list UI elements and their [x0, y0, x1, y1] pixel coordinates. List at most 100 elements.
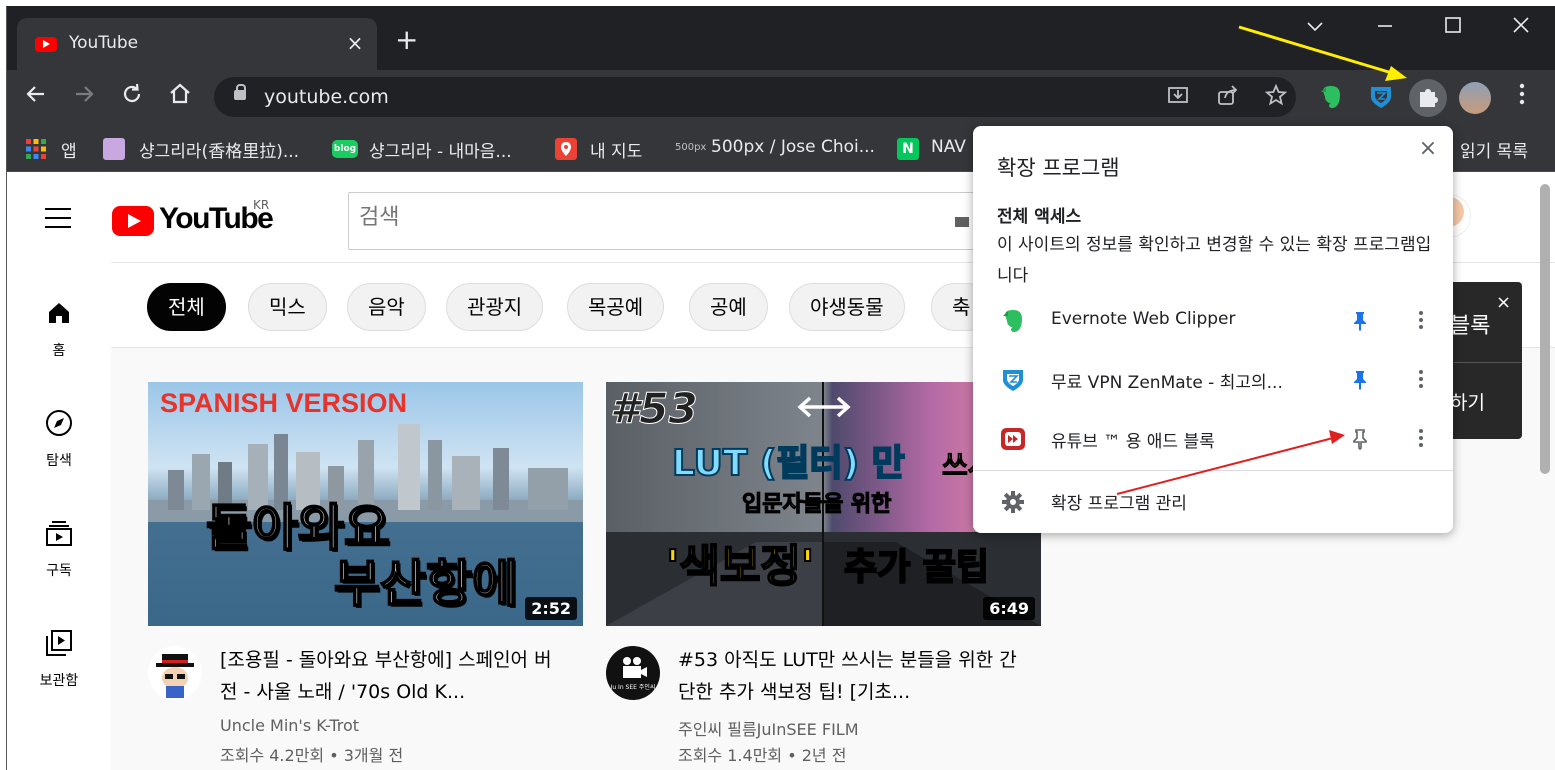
extension-row-adblock[interactable]: 유튜브 ™ 용 애드 블록	[973, 410, 1453, 468]
bookmark-500px[interactable]: 500px / Jose Choi...	[711, 137, 875, 157]
profile-avatar[interactable]	[1459, 82, 1491, 114]
adblock-youtube-icon	[1001, 428, 1025, 450]
tab-search-chevron-icon[interactable]	[1295, 14, 1335, 38]
maps-pin-icon[interactable]	[555, 138, 577, 160]
chip-all[interactable]: 전체	[147, 283, 226, 331]
video-thumbnail[interactable]: SPANISH VERSION 돌아와요 부산항에 2:52	[148, 382, 583, 626]
more-options-icon[interactable]	[1411, 426, 1431, 452]
video-meta: 조회수 4.2만회 • 3개월 전	[220, 746, 404, 765]
page-scrollbar[interactable]	[1540, 184, 1550, 474]
minimize-button[interactable]	[1365, 14, 1405, 39]
thumb-episode-number: #53	[610, 384, 699, 434]
thumb-text-line2: 입문자들을 위한	[741, 492, 892, 518]
install-app-icon[interactable]	[1164, 84, 1192, 111]
extension-name: 유튜브 ™ 용 애드 블록	[1051, 432, 1215, 452]
evernote-extension-icon[interactable]	[1317, 83, 1345, 111]
left-right-arrow-icon	[797, 396, 851, 418]
maximize-button[interactable]	[1433, 14, 1473, 39]
back-button[interactable]	[21, 82, 51, 112]
chip-woodcraft[interactable]: 목공예	[567, 283, 665, 331]
nav-item-home[interactable]: 홈	[7, 298, 111, 360]
reading-list[interactable]: 읽기 목록	[1460, 137, 1528, 162]
close-window-button[interactable]	[1501, 14, 1541, 39]
nav-item-explore[interactable]: 탐색	[7, 408, 111, 470]
pin-filled-icon[interactable]	[1349, 369, 1371, 391]
hamburger-menu-icon[interactable]	[45, 208, 71, 235]
toast-action[interactable]: 하기	[1450, 388, 1485, 415]
left-nav: 홈 탐색 구독 보관함	[7, 262, 111, 770]
video-title[interactable]: [조용필 - 돌아와요 부산항에] 스페인어 버전 - 사울 노래 / '70s…	[220, 644, 560, 708]
manage-extensions-row[interactable]: 확장 프로그램 관리	[973, 472, 1453, 530]
video-card[interactable]: SPANISH VERSION 돌아와요 부산항에 2:52 [조용필 - 돌아…	[148, 382, 583, 765]
home-button[interactable]	[165, 82, 195, 112]
region-code: KR	[253, 198, 270, 212]
chip-music[interactable]: 음악	[347, 283, 426, 331]
thumb-text-line1: LUT (필터) 만	[671, 442, 906, 485]
500px-icon[interactable]: 500px	[675, 142, 706, 153]
url-text[interactable]: youtube.com	[264, 86, 389, 108]
tab-strip: YouTube × +	[7, 6, 1555, 70]
lock-icon[interactable]	[234, 84, 246, 100]
camera-icon	[623, 657, 647, 678]
tab-close-button[interactable]: ×	[343, 31, 367, 55]
keyboard-icon[interactable]	[955, 215, 969, 229]
chip-mix[interactable]: 믹스	[248, 283, 327, 331]
popup-close-button[interactable]: ×	[1415, 136, 1441, 161]
address-bar[interactable]: youtube.com	[214, 77, 1296, 117]
more-options-icon[interactable]	[1411, 308, 1431, 334]
video-meta: 조회수 1.4만회 • 2년 전	[678, 746, 847, 765]
thumb-banner-text: SPANISH VERSION	[160, 388, 408, 418]
extensions-popup: 확장 프로그램 × 전체 액세스 이 사이트의 정보를 확인하고 변경할 수 있…	[973, 126, 1453, 533]
bookmark-apps[interactable]: 앱	[61, 137, 77, 162]
bookmark-shangrila-2[interactable]: 샹그리라 - 내마음...	[369, 137, 512, 162]
home-icon	[49, 303, 69, 323]
zenmate-icon	[1003, 370, 1023, 391]
thumb-text-line3b: 추가 꿀팁	[843, 546, 990, 589]
nav-item-library[interactable]: 보관함	[7, 628, 111, 690]
popup-divider	[973, 470, 1453, 471]
forward-button[interactable]	[69, 82, 99, 112]
apps-grid-icon[interactable]	[25, 138, 47, 160]
search-input[interactable]	[349, 193, 849, 242]
pin-outline-icon[interactable]	[1349, 428, 1371, 450]
chip-tourist[interactable]: 관광지	[446, 283, 544, 331]
chip-wildlife[interactable]: 야생동물	[789, 283, 905, 331]
pin-filled-icon[interactable]	[1349, 310, 1371, 332]
share-icon[interactable]	[1214, 84, 1242, 111]
bookmark-shangrila-1[interactable]: 샹그리라(香格里拉)...	[139, 137, 299, 162]
thumb-text-line3a: '색보정'	[665, 540, 815, 593]
chrome-menu-icon[interactable]	[1512, 82, 1532, 112]
channel-name[interactable]: 주인씨 필름JuInSEE FILM	[678, 716, 859, 740]
naver-blog-icon[interactable]: blog	[332, 140, 358, 158]
channel-name[interactable]: Uncle Min's K-Trot	[220, 716, 359, 735]
youtube-logo-icon[interactable]	[112, 206, 154, 236]
extensions-button[interactable]	[1409, 79, 1447, 117]
browser-toolbar: youtube.com	[7, 70, 1555, 124]
zenmate-extension-icon[interactable]	[1367, 83, 1395, 111]
browser-window: YouTube × + youtube.com 앱 샹그리라(香格里拉)... …	[6, 6, 1555, 770]
extension-row-evernote[interactable]: Evernote Web Clipper	[973, 292, 1453, 350]
nav-item-subscriptions[interactable]: 구독	[7, 518, 111, 580]
naver-icon[interactable]: N	[897, 138, 919, 160]
video-title[interactable]: #53 아직도 LUT만 쓰시는 분들을 위한 간단한 추가 색보정 팁! [기…	[678, 644, 1018, 708]
youtube-favicon-icon	[35, 37, 57, 52]
extension-name: 무료 VPN ZenMate - 최고의...	[1051, 373, 1283, 393]
bookmark-naver[interactable]: NAV	[931, 137, 966, 157]
butterfly-icon[interactable]	[103, 138, 125, 160]
search-box[interactable]	[348, 192, 988, 250]
toast-close-button[interactable]: ×	[1496, 292, 1511, 313]
reload-button[interactable]	[117, 82, 147, 112]
extension-row-zenmate[interactable]: 무료 VPN ZenMate - 최고의...	[973, 351, 1453, 409]
bookmark-my-maps[interactable]: 내 지도	[590, 137, 642, 162]
video-duration: 6:49	[983, 597, 1035, 620]
tab-youtube[interactable]: YouTube ×	[17, 18, 377, 70]
more-options-icon[interactable]	[1411, 367, 1431, 393]
popup-section-title: 전체 액세스	[997, 207, 1082, 227]
bookmark-star-icon[interactable]	[1262, 83, 1290, 111]
subscriptions-icon	[46, 521, 72, 546]
new-tab-button[interactable]: +	[395, 26, 418, 54]
channel-avatar[interactable]: Ju In SEE 주인씨	[606, 646, 660, 700]
channel-avatar[interactable]	[148, 646, 202, 700]
tab-title: YouTube	[69, 33, 139, 53]
chip-craft[interactable]: 공예	[689, 283, 768, 331]
